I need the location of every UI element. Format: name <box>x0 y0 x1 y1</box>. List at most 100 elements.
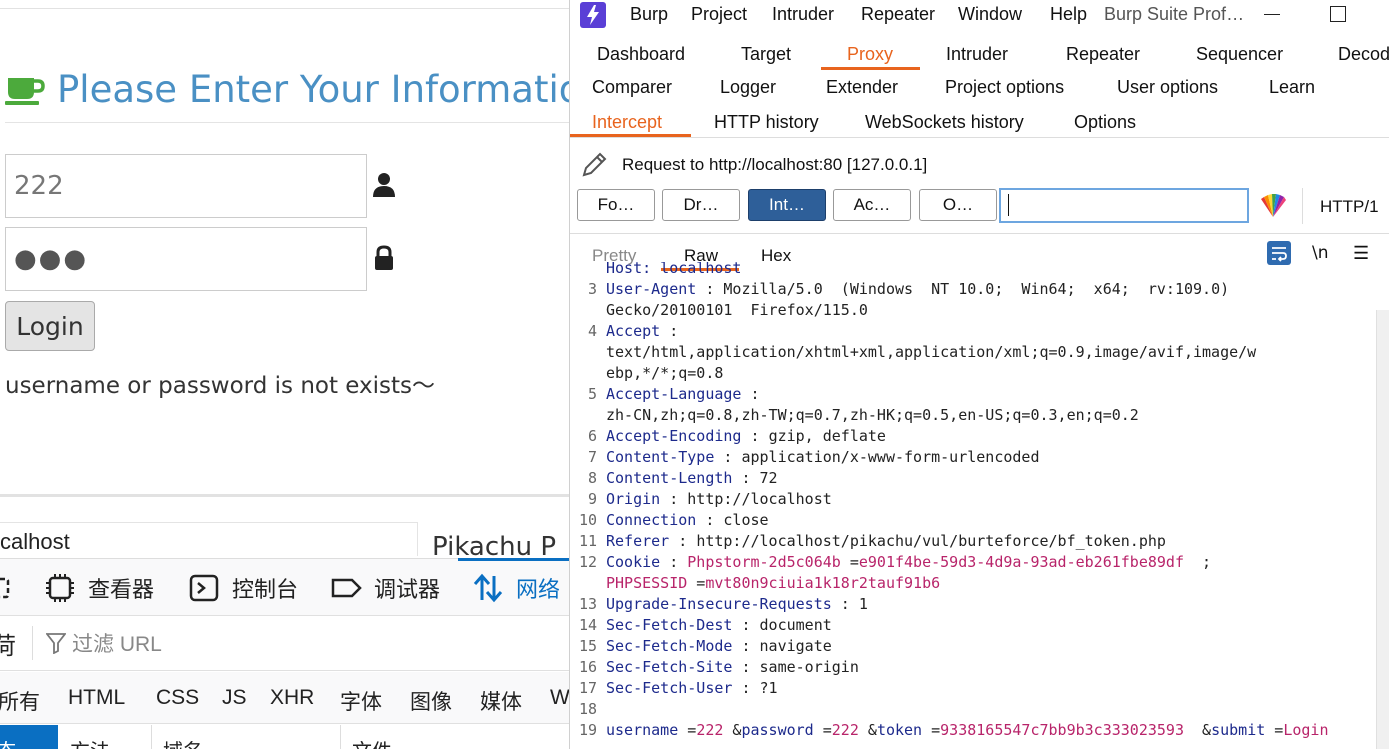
type-xhr[interactable]: XHR <box>270 686 314 710</box>
header-key: Sec-Fetch-User <box>606 679 733 697</box>
tab-sequencer[interactable]: Sequencer <box>1196 44 1283 65</box>
intercept-tab-underline <box>570 134 691 137</box>
tab-logger[interactable]: Logger <box>720 77 776 98</box>
line-number: 14 <box>578 616 597 634</box>
tab-decoder[interactable]: Decod <box>1338 44 1389 65</box>
error-message: username or password is not exists～ <box>5 373 436 399</box>
param-equals: = <box>1265 721 1284 739</box>
cookie-value: mvt80n9ciuia1k18r2tauf91b6 <box>705 574 941 592</box>
request-line: Referer : http://localhost/pikachu/vul/b… <box>606 531 1166 552</box>
tab-console[interactable]: 控制台 <box>188 559 298 617</box>
tab-http-history[interactable]: HTTP history <box>714 112 819 133</box>
pick-element-icon[interactable] <box>0 559 14 617</box>
password-input[interactable]: ●●● <box>5 227 367 291</box>
line-number: 16 <box>578 658 597 676</box>
header-key: Referer <box>606 532 670 550</box>
username-input[interactable]: 222 <box>5 154 367 218</box>
tab-learn[interactable]: Learn <box>1269 77 1315 98</box>
header-colon: : <box>732 637 760 655</box>
request-editor[interactable]: Host: localhost 3 User-Agent : Mozilla/5.0… <box>570 262 1374 749</box>
request-line: Sec-Fetch-User : ?1 <box>606 678 778 699</box>
tab-debugger[interactable]: 调试器 <box>330 559 440 617</box>
show-newlines-button[interactable]: \n <box>1312 243 1329 263</box>
request-line: Sec-Fetch-Site : same-origin <box>606 657 859 678</box>
forward-button[interactable]: Fo… <box>577 189 655 221</box>
page-title-text: Please Enter Your Information <box>57 67 569 111</box>
request-target-text: Request to http://localhost:80 [127.0.0.… <box>622 155 928 174</box>
tab-websockets-history[interactable]: WebSockets history <box>865 112 1024 133</box>
trash-glyph[interactable]: 荷 <box>0 626 16 661</box>
line-number: 15 <box>578 637 597 655</box>
tab-user-options[interactable]: User options <box>1117 77 1218 98</box>
minimize-icon[interactable] <box>1264 14 1280 15</box>
tab-dashboard[interactable]: Dashboard <box>597 44 685 65</box>
header-colon: : <box>741 385 769 403</box>
type-ws[interactable]: W <box>550 686 569 710</box>
filter-placeholder: 过滤 URL <box>72 633 162 656</box>
tab-repeater[interactable]: Repeater <box>1066 44 1140 65</box>
header-value: 1 <box>858 595 868 613</box>
line-number: 8 <box>587 469 597 487</box>
drop-button[interactable]: Dr… <box>662 189 740 221</box>
devtools-host-label: calhost <box>0 522 418 556</box>
filter-url-input[interactable]: 过滤 URL <box>45 628 162 658</box>
devtools-toolbar: 查看器 控制台 调试器 网络 <box>0 558 569 616</box>
header-colon: : <box>741 427 769 445</box>
editor-scrollbar[interactable] <box>1376 310 1389 749</box>
devtools-splitter[interactable] <box>0 494 569 497</box>
column-method[interactable]: 方法 <box>70 735 110 749</box>
type-css[interactable]: CSS <box>156 686 199 710</box>
tab-proxy[interactable]: Proxy <box>847 44 893 65</box>
tab-network[interactable]: 网络 <box>472 559 560 617</box>
header-colon: : <box>732 658 760 676</box>
tab-intruder[interactable]: Intruder <box>946 44 1008 65</box>
login-button[interactable]: Login <box>5 301 95 351</box>
column-status-selected[interactable]: 态 <box>0 725 58 749</box>
tab-options[interactable]: Options <box>1074 112 1136 133</box>
param-key: token <box>876 721 923 739</box>
cookie-equals: = <box>687 574 706 592</box>
line-number: 19 <box>578 721 597 739</box>
column-file[interactable]: 文件 <box>352 735 392 749</box>
header-value: close <box>723 511 769 529</box>
header-colon: : <box>660 490 688 508</box>
type-media[interactable]: 媒体 <box>480 686 522 716</box>
type-fonts[interactable]: 字体 <box>340 686 382 716</box>
user-icon <box>372 172 396 198</box>
type-html[interactable]: HTML <box>68 686 125 710</box>
tab-network-label: 网络 <box>516 577 561 602</box>
color-highlight-icon[interactable] <box>1258 193 1288 219</box>
tab-extender[interactable]: Extender <box>826 77 898 98</box>
type-all[interactable]: 所有 <box>0 686 40 716</box>
menu-intruder[interactable]: Intruder <box>772 4 834 25</box>
menu-project[interactable]: Project <box>691 4 747 25</box>
intercept-toggle-button[interactable]: Int… <box>748 189 826 221</box>
type-js[interactable]: JS <box>222 686 247 710</box>
column-domain[interactable]: 域名 <box>163 735 203 749</box>
comment-input[interactable] <box>999 188 1249 223</box>
tab-inspector[interactable]: 查看器 <box>44 559 154 617</box>
menu-repeater[interactable]: Repeater <box>861 4 935 25</box>
page-title: Please Enter Your Information <box>5 66 569 112</box>
tab-intercept[interactable]: Intercept <box>592 112 662 133</box>
header-key: Upgrade-Insecure-Requests <box>606 595 832 613</box>
cookie-separator: ; <box>1183 553 1212 571</box>
menu-burp[interactable]: Burp <box>630 4 668 25</box>
devtools-column-headers: 态 方法 域名 文件 <box>0 725 569 749</box>
request-line: Accept-Encoding : gzip, deflate <box>606 426 886 447</box>
tab-project-options[interactable]: Project options <box>945 77 1064 98</box>
type-images[interactable]: 图像 <box>410 686 452 716</box>
header-key: Accept-Encoding <box>606 427 742 445</box>
request-line: Origin : http://localhost <box>606 489 832 510</box>
action-button[interactable]: Ac… <box>833 189 911 221</box>
param-key: submit <box>1211 721 1266 739</box>
tab-target[interactable]: Target <box>741 44 791 65</box>
open-browser-button[interactable]: O… <box>919 189 997 221</box>
maximize-icon[interactable] <box>1330 6 1346 22</box>
menu-window[interactable]: Window <box>958 4 1022 25</box>
menu-help[interactable]: Help <box>1050 4 1087 25</box>
line-number: 11 <box>578 532 597 550</box>
request-line: zh-CN,zh;q=0.8,zh-TW;q=0.7,zh-HK;q=0.5,e… <box>606 405 1139 426</box>
tab-comparer[interactable]: Comparer <box>592 77 672 98</box>
editor-menu-icon[interactable]: ☰ <box>1353 243 1369 264</box>
